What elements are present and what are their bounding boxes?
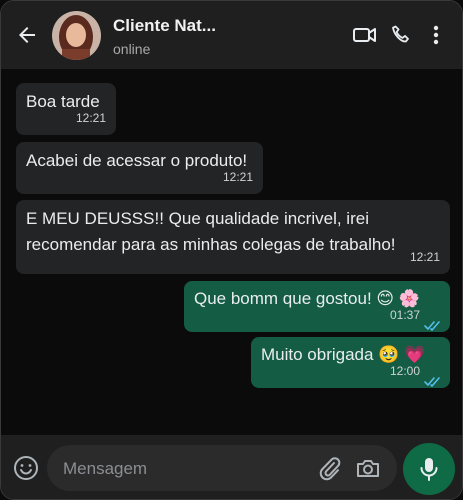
contact-name[interactable]: Cliente Nat... <box>113 16 216 36</box>
composer-bar: Mensagem <box>1 435 462 499</box>
message-time: 01:37 <box>389 308 420 322</box>
mic-button[interactable] <box>403 443 455 495</box>
read-ticks-icon <box>424 370 442 387</box>
message-bubble-incoming[interactable]: E MEU DEUSSS!! Que qualidade incrivel, i… <box>16 200 450 274</box>
message-time: 12:21 <box>222 170 253 184</box>
message-text: Acabei de acessar o produto! <box>26 151 248 170</box>
back-arrow-icon[interactable] <box>15 23 39 47</box>
mic-icon <box>420 458 438 481</box>
message-bubble-outgoing[interactable]: Que bomm que gostou! 😊 🌸 01:37 <box>184 281 450 332</box>
camera-icon[interactable] <box>355 456 381 480</box>
message-list: Boa tarde 12:21 Acabei de acessar o prod… <box>1 69 462 435</box>
message-bubble-incoming[interactable]: Acabei de acessar o produto! 12:21 <box>16 142 263 194</box>
chat-window: Cliente Nat... online Boa tarde 12:21 Ac… <box>0 0 463 500</box>
chat-header: Cliente Nat... online <box>1 1 462 69</box>
emoji-icon[interactable] <box>13 455 39 481</box>
message-time: 12:21 <box>409 250 440 264</box>
attach-icon[interactable] <box>317 455 341 481</box>
message-time: 12:21 <box>75 111 106 125</box>
contact-status: online <box>113 41 151 57</box>
message-time: 12:00 <box>389 364 420 378</box>
more-vert-icon[interactable] <box>429 23 443 47</box>
video-call-icon[interactable] <box>352 23 378 47</box>
message-bubble-outgoing[interactable]: Muito obrigada 🥹 💗 12:00 <box>251 337 450 388</box>
read-ticks-icon <box>424 314 442 331</box>
avatar[interactable] <box>52 11 101 60</box>
message-text: E MEU DEUSSS!! Que qualidade incrivel, i… <box>26 209 396 254</box>
message-input-placeholder: Mensagem <box>63 459 148 478</box>
phone-icon[interactable] <box>389 23 415 47</box>
message-bubble-incoming[interactable]: Boa tarde 12:21 <box>16 83 116 135</box>
